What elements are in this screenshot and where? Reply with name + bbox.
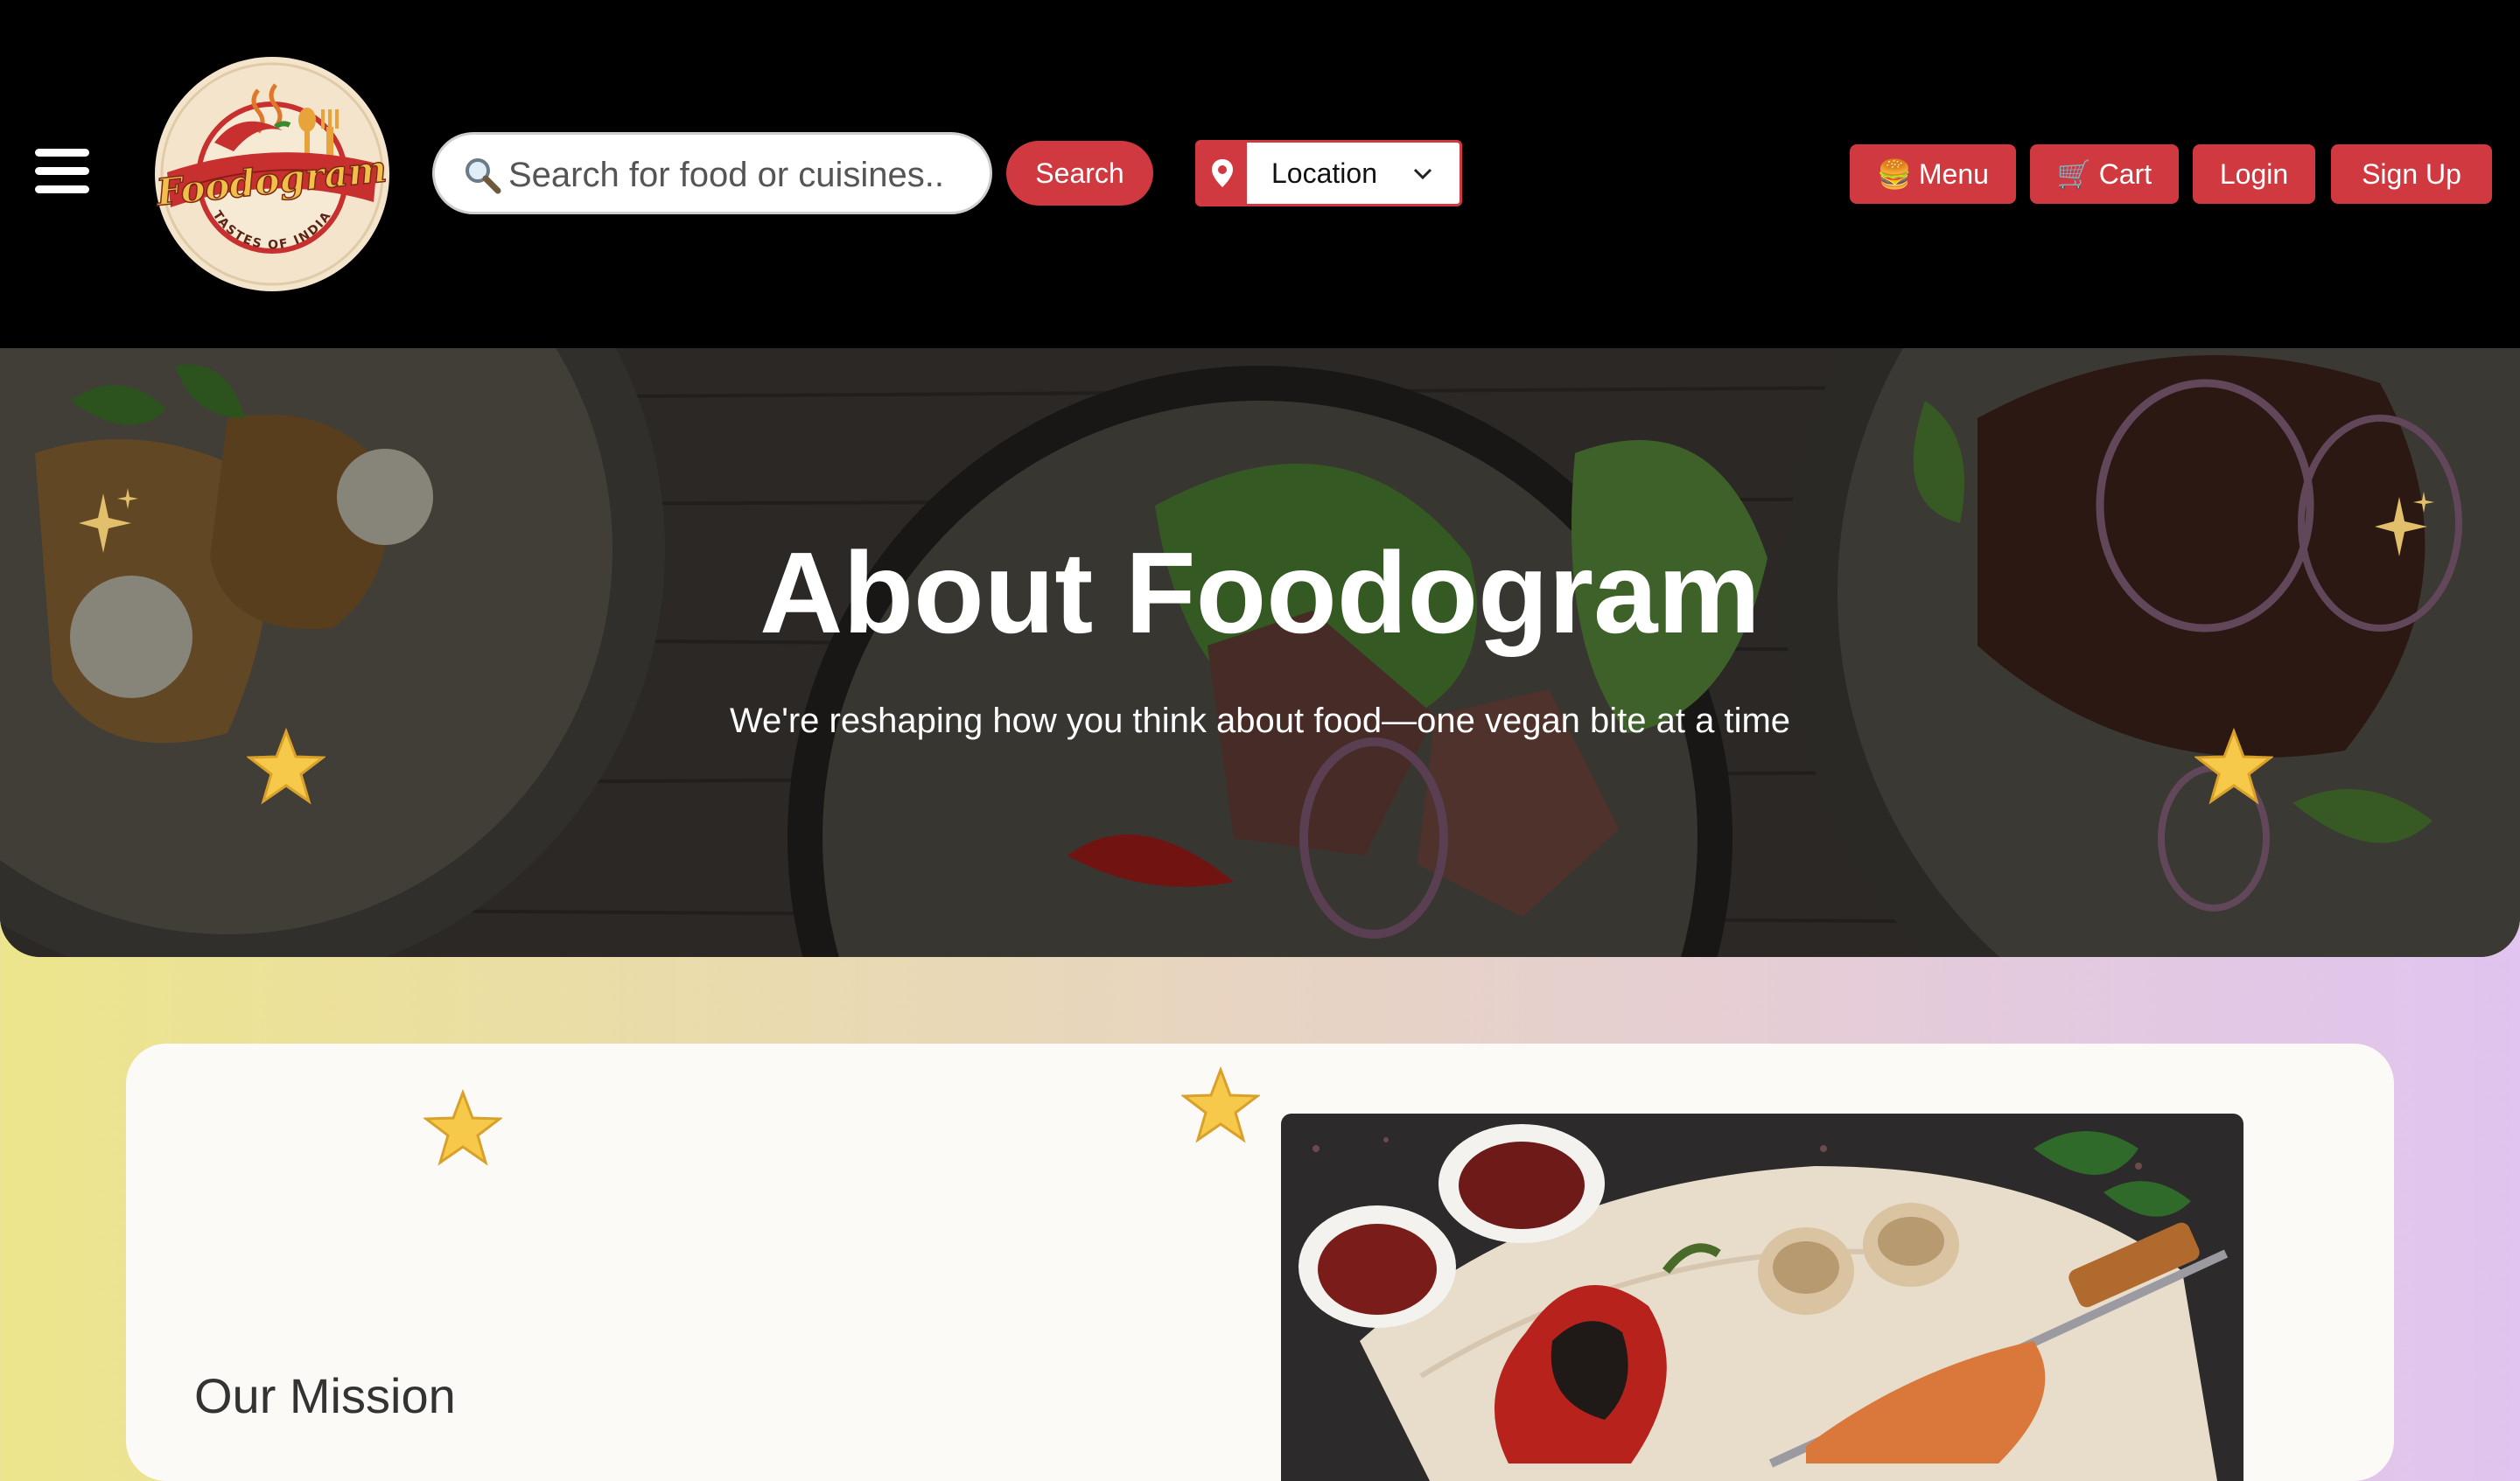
foodogram-logo[interactable]: Foodogram TASTES OF INDIA <box>153 55 391 293</box>
location-pin-icon <box>1198 143 1247 204</box>
burger-icon: 🍔 <box>1877 158 1912 190</box>
login-button-label: Login <box>2219 157 2289 190</box>
mission-food-image <box>1281 1114 2244 1481</box>
mission-card: Our Mission <box>126 1044 2394 1481</box>
cart-icon: 🛒 <box>2056 158 2092 190</box>
mission-heading: Our Mission <box>194 1368 456 1423</box>
menu-button-label: Menu <box>1918 157 1989 190</box>
cart-button-label: Cart <box>2098 157 2152 190</box>
search-button[interactable]: Search <box>1006 141 1153 206</box>
star-icon <box>1180 1065 1262 1148</box>
hamburger-menu-icon[interactable] <box>32 143 93 199</box>
location-dropdown[interactable]: Location <box>1195 140 1462 206</box>
location-label: Location <box>1271 157 1377 189</box>
menu-button[interactable]: 🍔 Menu <box>1850 144 2016 204</box>
search-bar <box>432 132 992 214</box>
sign-up-button[interactable]: Sign Up <box>2331 144 2492 204</box>
hero-subtitle: We're reshaping how you think about food… <box>729 702 1791 740</box>
login-button[interactable]: Login <box>2193 144 2315 204</box>
star-icon <box>422 1088 504 1170</box>
sign-up-button-label: Sign Up <box>2362 157 2461 190</box>
hero-banner: About Foodogram We're reshaping how you … <box>0 348 2520 957</box>
magnifier-search-icon <box>463 156 501 194</box>
cart-button[interactable]: 🛒 Cart <box>2030 144 2179 204</box>
hero-title: About Foodogram <box>760 528 1760 657</box>
chevron-down-icon <box>1411 162 1434 189</box>
site-header: Foodogram TASTES OF INDIA Search Locatio… <box>0 0 2520 348</box>
search-input[interactable] <box>507 143 965 206</box>
search-button-label: Search <box>1035 157 1124 189</box>
